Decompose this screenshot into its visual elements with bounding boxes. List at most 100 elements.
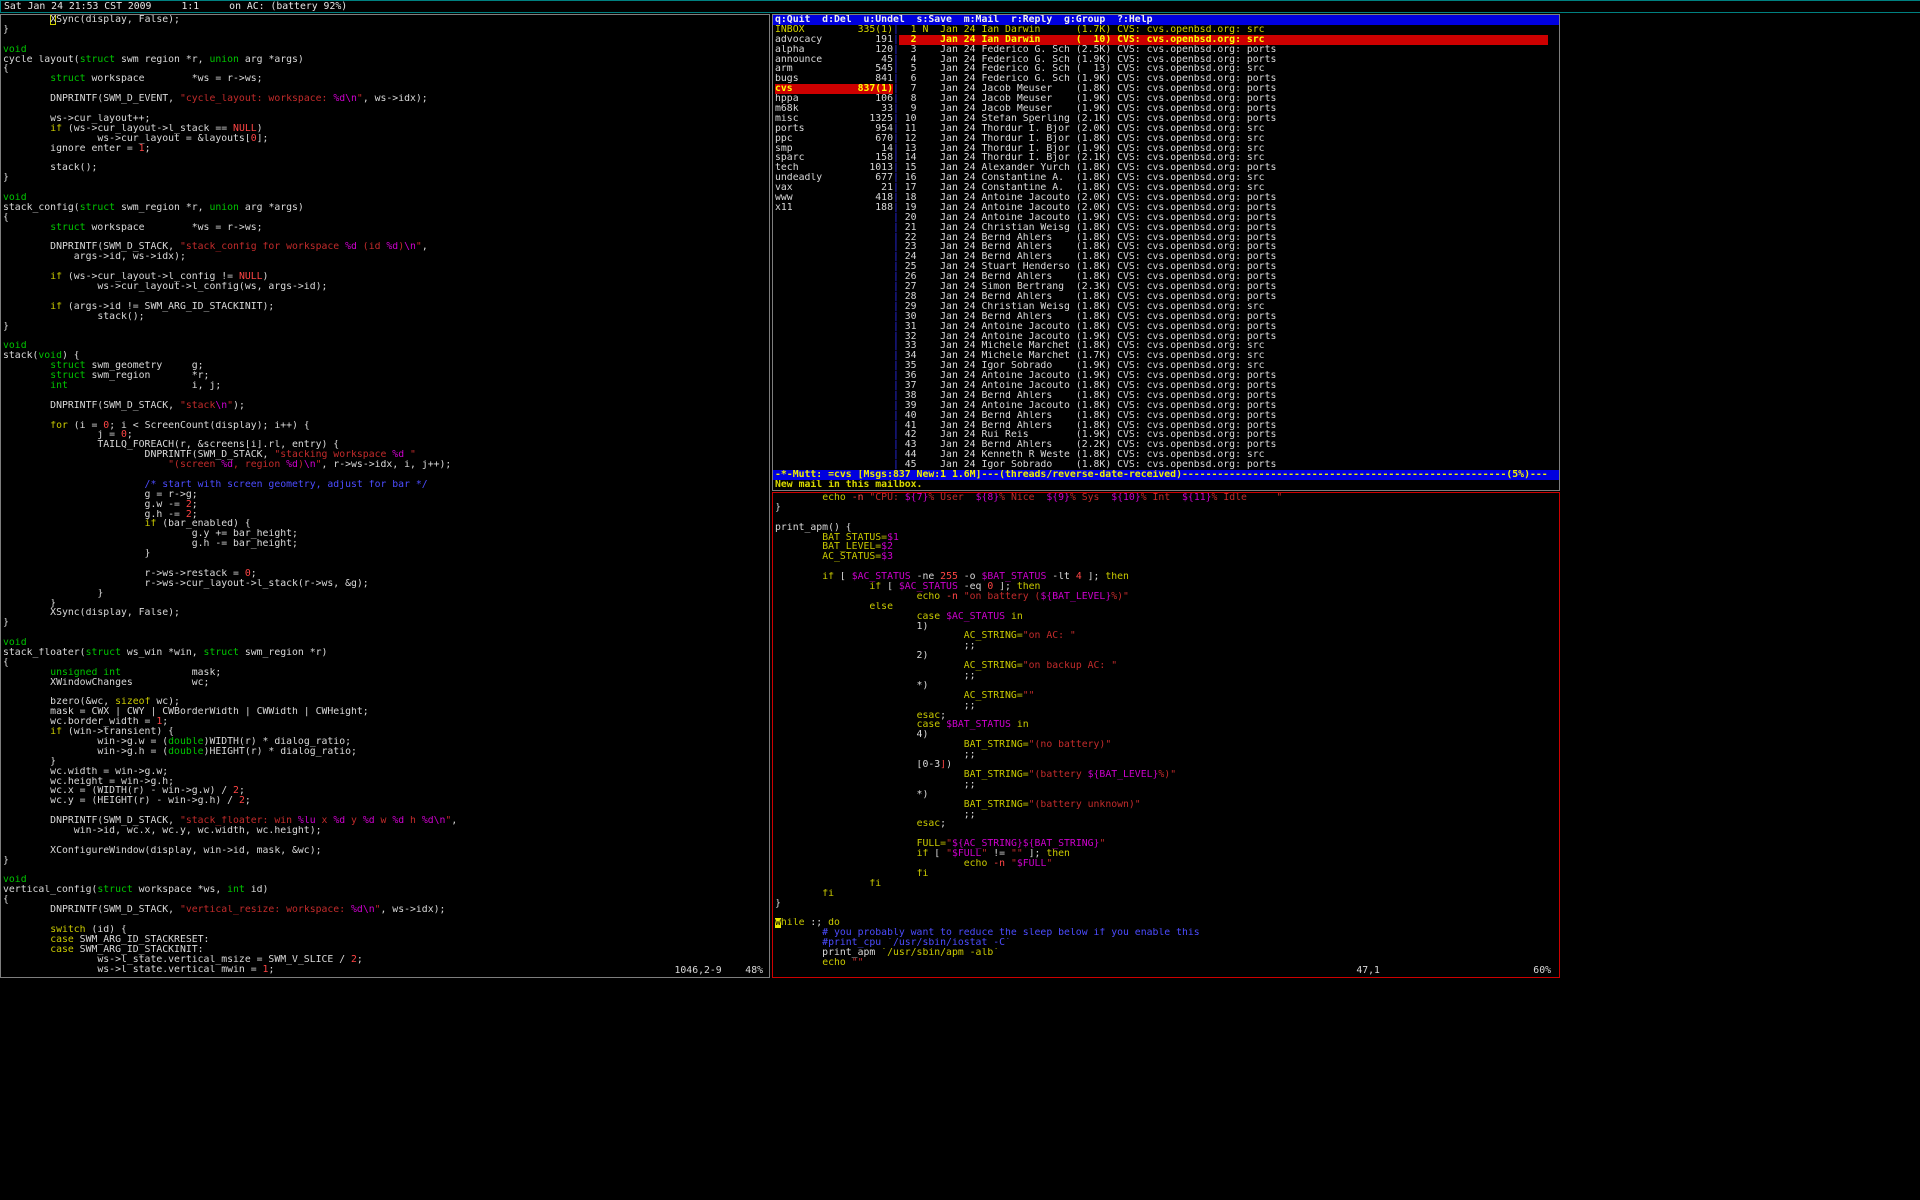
code-line: void bbox=[3, 193, 769, 203]
mutt-window[interactable]: q:Quit d:Del u:Undel s:Save m:Mail r:Rep… bbox=[772, 14, 1560, 491]
message-row[interactable]: 45 Jan 24 Igor Sobrado (1.8K) CVS: cvs.o… bbox=[899, 460, 1277, 470]
message-row[interactable]: 24 Jan 24 Bernd Ahlers (1.8K) CVS: cvs.o… bbox=[899, 252, 1277, 262]
message-row[interactable]: 27 Jan 24 Simon Bertrang (2.3K) CVS: cvs… bbox=[899, 282, 1277, 292]
message-row[interactable]: 15 Jan 24 Alexander Yurch (1.8K) CVS: cv… bbox=[899, 163, 1277, 173]
message-row[interactable]: 26 Jan 24 Bernd Ahlers (1.8K) CVS: cvs.o… bbox=[899, 272, 1277, 282]
mailbox-item-inbox[interactable]: INBOX 335(1) bbox=[775, 25, 893, 35]
code-area[interactable]: XSync(display, False);} voidcycle_layout… bbox=[1, 15, 769, 974]
message-row[interactable]: 21 Jan 24 Christian Weisg (1.8K) CVS: cv… bbox=[899, 223, 1277, 233]
mutt-index[interactable]: INBOX 335(1)| 1 N Jan 24 Ian Darwin (1.7… bbox=[773, 25, 1559, 470]
code-line: fi bbox=[775, 869, 1559, 879]
mailbox-item-hppa[interactable]: hppa 106 bbox=[775, 94, 893, 104]
message-row[interactable]: 6 Jan 24 Federico G. Sch (1.9K) CVS: cvs… bbox=[899, 74, 1277, 84]
message-row[interactable]: 28 Jan 24 Bernd Ahlers (1.8K) CVS: cvs.o… bbox=[899, 292, 1277, 302]
code-line: if (args->id != SWM_ARG_ID_STACKINIT); bbox=[3, 302, 769, 312]
mailbox-item-www[interactable]: www 418 bbox=[775, 193, 893, 203]
message-row[interactable]: 39 Jan 24 Antoine Jacouto (1.8K) CVS: cv… bbox=[899, 401, 1277, 411]
mailbox-item-bugs[interactable]: bugs 841 bbox=[775, 74, 893, 84]
message-row[interactable]: 16 Jan 24 Constantine A. (1.8K) CVS: cvs… bbox=[899, 173, 1265, 183]
message-row[interactable]: 2 Jan 24 Ian Darwin ( 10) CVS: cvs.openb… bbox=[899, 35, 1548, 45]
message-row[interactable]: 23 Jan 24 Bernd Ahlers (1.8K) CVS: cvs.o… bbox=[899, 242, 1277, 252]
message-row[interactable]: 29 Jan 24 Christian Weisg (1.8K) CVS: cv… bbox=[899, 302, 1265, 312]
message-row[interactable]: 32 Jan 24 Antoine Jacouto (1.9K) CVS: cv… bbox=[899, 332, 1277, 342]
message-row[interactable]: 7 Jan 24 Jacob Meuser (1.8K) CVS: cvs.op… bbox=[899, 84, 1277, 94]
message-row[interactable]: 1 N Jan 24 Ian Darwin (1.7K) CVS: cvs.op… bbox=[899, 25, 1265, 35]
mailbox-item-ppc[interactable]: ppc 670 bbox=[775, 134, 893, 144]
code-line: if [ $AC_STATUS -ne 255 -o $BAT_STATUS -… bbox=[775, 572, 1559, 582]
mutt-new-mail-notice: New mail in this mailbox. bbox=[773, 480, 1559, 490]
mailbox-item-tech[interactable]: tech 1013 bbox=[775, 163, 893, 173]
message-row[interactable]: 11 Jan 24 Thordur I. Bjor (2.0K) CVS: cv… bbox=[899, 124, 1265, 134]
code-line: fi bbox=[775, 879, 1559, 889]
message-row[interactable]: 8 Jan 24 Jacob Meuser (1.9K) CVS: cvs.op… bbox=[899, 94, 1277, 104]
mailbox-item-advocacy[interactable]: advocacy 191 bbox=[775, 35, 893, 45]
editor-window-c-source[interactable]: XSync(display, False);} voidcycle_layout… bbox=[0, 14, 770, 978]
message-row[interactable]: 34 Jan 24 Michele Marchet (1.7K) CVS: cv… bbox=[899, 351, 1265, 361]
mailbox-item-undeadly[interactable]: undeadly 677 bbox=[775, 173, 893, 183]
sidebar-blank bbox=[775, 450, 893, 460]
mutt-row: undeadly 677| 16 Jan 24 Constantine A. (… bbox=[773, 173, 1559, 183]
mailbox-item-ports[interactable]: ports 954 bbox=[775, 124, 893, 134]
message-row[interactable]: 33 Jan 24 Michele Marchet (1.8K) CVS: cv… bbox=[899, 341, 1265, 351]
mailbox-item-announce[interactable]: announce 45 bbox=[775, 55, 893, 65]
message-row[interactable]: 4 Jan 24 Federico G. Sch (1.9K) CVS: cvs… bbox=[899, 55, 1277, 65]
message-row[interactable]: 10 Jan 24 Stefan Sperling (2.1K) CVS: cv… bbox=[899, 114, 1277, 124]
mutt-row: | 44 Jan 24 Kenneth R Weste (1.8K) CVS: … bbox=[773, 450, 1559, 460]
message-row[interactable]: 41 Jan 24 Bernd Ahlers (1.8K) CVS: cvs.o… bbox=[899, 421, 1277, 431]
message-row[interactable]: 18 Jan 24 Antoine Jacouto (2.0K) CVS: cv… bbox=[899, 193, 1277, 203]
code-line: r->ws->restack = 0; bbox=[3, 569, 769, 579]
message-row[interactable]: 19 Jan 24 Antoine Jacouto (2.0K) CVS: cv… bbox=[899, 203, 1277, 213]
message-row[interactable]: 9 Jan 24 Jacob Meuser (1.9K) CVS: cvs.op… bbox=[899, 104, 1277, 114]
code-line bbox=[775, 829, 1559, 839]
mailbox-item-m68k[interactable]: m68k 33 bbox=[775, 104, 893, 114]
code-line: AC_STRING="on backup AC: " bbox=[775, 661, 1559, 671]
message-row[interactable]: 42 Jan 24 Rui Reis (1.9K) CVS: cvs.openb… bbox=[899, 430, 1277, 440]
mutt-row: | 22 Jan 24 Bernd Ahlers (1.8K) CVS: cvs… bbox=[773, 233, 1559, 243]
mailbox-item-cvs[interactable]: cvs 837(1) bbox=[775, 84, 893, 94]
message-row[interactable]: 12 Jan 24 Thordur I. Bjor (1.8K) CVS: cv… bbox=[899, 134, 1265, 144]
message-row[interactable]: 5 Jan 24 Federico G. Sch ( 13) CVS: cvs.… bbox=[899, 64, 1265, 74]
code-line: ;; bbox=[775, 810, 1559, 820]
code-line bbox=[3, 262, 769, 272]
message-row[interactable]: 44 Jan 24 Kenneth R Weste (1.8K) CVS: cv… bbox=[899, 450, 1265, 460]
sidebar-blank bbox=[775, 351, 893, 361]
code-area[interactable]: echo -n "CPU: ${7}% User ${8}% Nice ${9}… bbox=[773, 493, 1559, 968]
mailbox-item-x11[interactable]: x11 188 bbox=[775, 203, 893, 213]
message-row[interactable]: 22 Jan 24 Bernd Ahlers (1.8K) CVS: cvs.o… bbox=[899, 233, 1277, 243]
mailbox-item-sparc[interactable]: sparc 158 bbox=[775, 153, 893, 163]
mailbox-item-smp[interactable]: smp 14 bbox=[775, 144, 893, 154]
message-row[interactable]: 35 Jan 24 Igor Sobrado (1.9K) CVS: cvs.o… bbox=[899, 361, 1265, 371]
code-line: TAILQ_FOREACH(r, &screens[i].rl, entry) … bbox=[3, 440, 769, 450]
code-line bbox=[3, 332, 769, 342]
message-row[interactable]: 36 Jan 24 Antoine Jacouto (1.9K) CVS: cv… bbox=[899, 371, 1277, 381]
code-line: case SWM_ARG_ID_STACKRESET: bbox=[3, 935, 769, 945]
mailbox-item-arm[interactable]: arm 545 bbox=[775, 64, 893, 74]
message-row[interactable]: 31 Jan 24 Antoine Jacouto (1.8K) CVS: cv… bbox=[899, 322, 1277, 332]
mailbox-item-vax[interactable]: vax 21 bbox=[775, 183, 893, 193]
code-line: stack_config(struct swm_region *r, union… bbox=[3, 203, 769, 213]
code-line: *) bbox=[775, 790, 1559, 800]
message-row[interactable]: 37 Jan 24 Antoine Jacouto (1.8K) CVS: cv… bbox=[899, 381, 1277, 391]
message-row[interactable]: 20 Jan 24 Antoine Jacouto (1.9K) CVS: cv… bbox=[899, 213, 1277, 223]
message-row[interactable]: 30 Jan 24 Bernd Ahlers (1.8K) CVS: cvs.o… bbox=[899, 312, 1277, 322]
code-line: } bbox=[3, 599, 769, 609]
code-line bbox=[3, 470, 769, 480]
message-row[interactable]: 43 Jan 24 Bernd Ahlers (2.2K) CVS: cvs.o… bbox=[899, 440, 1277, 450]
code-line: void bbox=[3, 45, 769, 55]
message-row[interactable]: 14 Jan 24 Thordur I. Bjor (2.1K) CVS: cv… bbox=[899, 153, 1265, 163]
code-line: BAT_STRING="(no battery)" bbox=[775, 740, 1559, 750]
message-row[interactable]: 13 Jan 24 Thordur I. Bjor (1.9K) CVS: cv… bbox=[899, 144, 1265, 154]
message-row[interactable]: 38 Jan 24 Bernd Ahlers (1.8K) CVS: cvs.o… bbox=[899, 391, 1277, 401]
code-line: #print_cpu `/usr/sbin/iostat -C` bbox=[775, 938, 1559, 948]
mailbox-item-alpha[interactable]: alpha 120 bbox=[775, 45, 893, 55]
message-row[interactable]: 25 Jan 24 Stuart Henderso (1.8K) CVS: cv… bbox=[899, 262, 1277, 272]
code-line: wc.height = win->g.h; bbox=[3, 777, 769, 787]
code-line: # you probably want to reduce the sleep … bbox=[775, 928, 1559, 938]
message-row[interactable]: 40 Jan 24 Bernd Ahlers (1.8K) CVS: cvs.o… bbox=[899, 411, 1277, 421]
mutt-row: | 35 Jan 24 Igor Sobrado (1.9K) CVS: cvs… bbox=[773, 361, 1559, 371]
message-row[interactable]: 17 Jan 24 Constantine A. (1.8K) CVS: cvs… bbox=[899, 183, 1265, 193]
code-line: void bbox=[3, 875, 769, 885]
editor-window-shell-script[interactable]: echo -n "CPU: ${7}% User ${8}% Nice ${9}… bbox=[772, 492, 1560, 978]
message-row[interactable]: 3 Jan 24 Federico G. Sch (2.5K) CVS: cvs… bbox=[899, 45, 1277, 55]
mailbox-item-misc[interactable]: misc 1325 bbox=[775, 114, 893, 124]
